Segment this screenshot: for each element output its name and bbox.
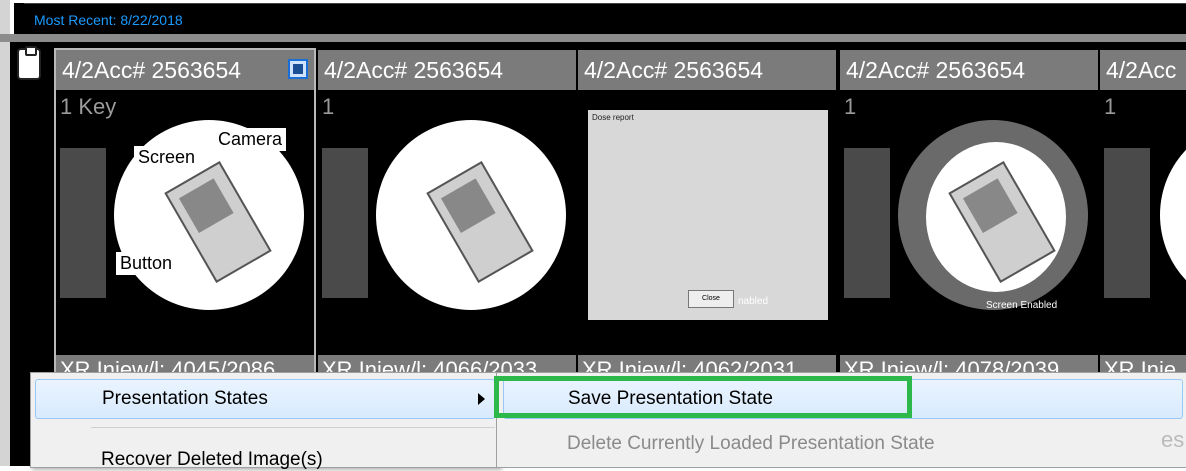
thumbnail-title: 4/2Acc# 2563654 — [318, 50, 576, 90]
study-header-title: Most Recent: 8/22/2018 — [34, 12, 183, 28]
report-close-button[interactable]: Close — [688, 290, 734, 308]
menu-separator — [91, 427, 495, 428]
thumbnail-image: 1 Key Camera Screen Button — [56, 90, 314, 340]
series-number: 1 — [1104, 94, 1117, 119]
thumbnail-image: 1 — [1100, 90, 1186, 340]
left-edge — [0, 0, 10, 466]
thumbnail-title: 4/2Acc# 2563654 — [578, 50, 836, 90]
screen-enabled-caption: Screen Enabled — [986, 300, 1058, 311]
header-separator — [0, 34, 1186, 42]
select-checkbox-icon[interactable] — [288, 59, 308, 79]
annotation-button[interactable]: Button — [116, 252, 177, 275]
series-number: 1 — [322, 94, 335, 119]
thumbnail-card[interactable]: 4/2Acc# 2563654 Dose report Close nabled… — [578, 50, 836, 380]
dose-report-sheet: Dose report Close nabled — [588, 110, 828, 320]
thumbnail-image: 1 — [318, 90, 576, 340]
thumbnail-image: 1 Screen Enabled — [840, 90, 1098, 340]
thumbnail-card[interactable]: 4/2Acc# 2563654 1 Key Camera Screen Butt… — [54, 48, 316, 382]
dicom-side-panel — [844, 148, 890, 298]
report-title: Dose report — [592, 113, 634, 122]
key-label: 1 Key — [60, 94, 117, 119]
context-menu: Presentation States Recover Deleted Imag… — [30, 372, 500, 470]
menu-item-label: Presentation States — [102, 388, 268, 409]
menu-item-recover-deleted[interactable]: Recover Deleted Image(s) — [35, 439, 493, 470]
series-number: 1 — [844, 94, 857, 119]
thumbnail-card[interactable]: 4/2Acc 1 XR Inje — [1100, 50, 1186, 380]
thumbnail-image: Dose report Close nabled — [578, 90, 836, 340]
annotation-screen[interactable]: Screen — [134, 146, 200, 169]
clipboard-icon[interactable] — [17, 46, 41, 80]
xray-field — [1160, 120, 1186, 310]
thumbnail-card[interactable]: 4/2Acc# 2563654 1 Screen Enabled XR Inie… — [840, 50, 1098, 380]
thumbnail-title: 4/2Acc# 2563654 — [840, 50, 1098, 90]
thumbnail-card[interactable]: 4/2Acc# 2563654 1 XR Iniew/l: 4066/2033 — [318, 50, 576, 380]
dicom-side-panel — [1104, 148, 1150, 298]
submenu-item-delete-presentation-state[interactable]: Delete Currently Loaded Presentation Sta… — [503, 425, 1143, 461]
enabled-caption: nabled — [738, 296, 769, 307]
dicom-side-panel — [60, 148, 106, 298]
submenu-item-label: Delete Currently Loaded Presentation Sta… — [567, 433, 935, 454]
menu-item-label: Recover Deleted Image(s) — [101, 449, 323, 470]
thumbnail-title: 4/2Acc# 2563654 — [56, 50, 314, 90]
clipped-text: es — [1161, 427, 1185, 452]
thumbnail-title: 4/2Acc — [1100, 50, 1186, 90]
header-left-block — [14, 3, 24, 34]
dicom-side-panel — [322, 148, 368, 298]
menu-item-presentation-states[interactable]: Presentation States — [35, 379, 495, 419]
green-highlight-box — [494, 376, 912, 418]
study-header[interactable]: Most Recent: 8/22/2018 — [24, 3, 1186, 34]
annotation-camera[interactable]: Camera — [214, 128, 287, 151]
submenu-arrow-icon — [478, 393, 485, 405]
